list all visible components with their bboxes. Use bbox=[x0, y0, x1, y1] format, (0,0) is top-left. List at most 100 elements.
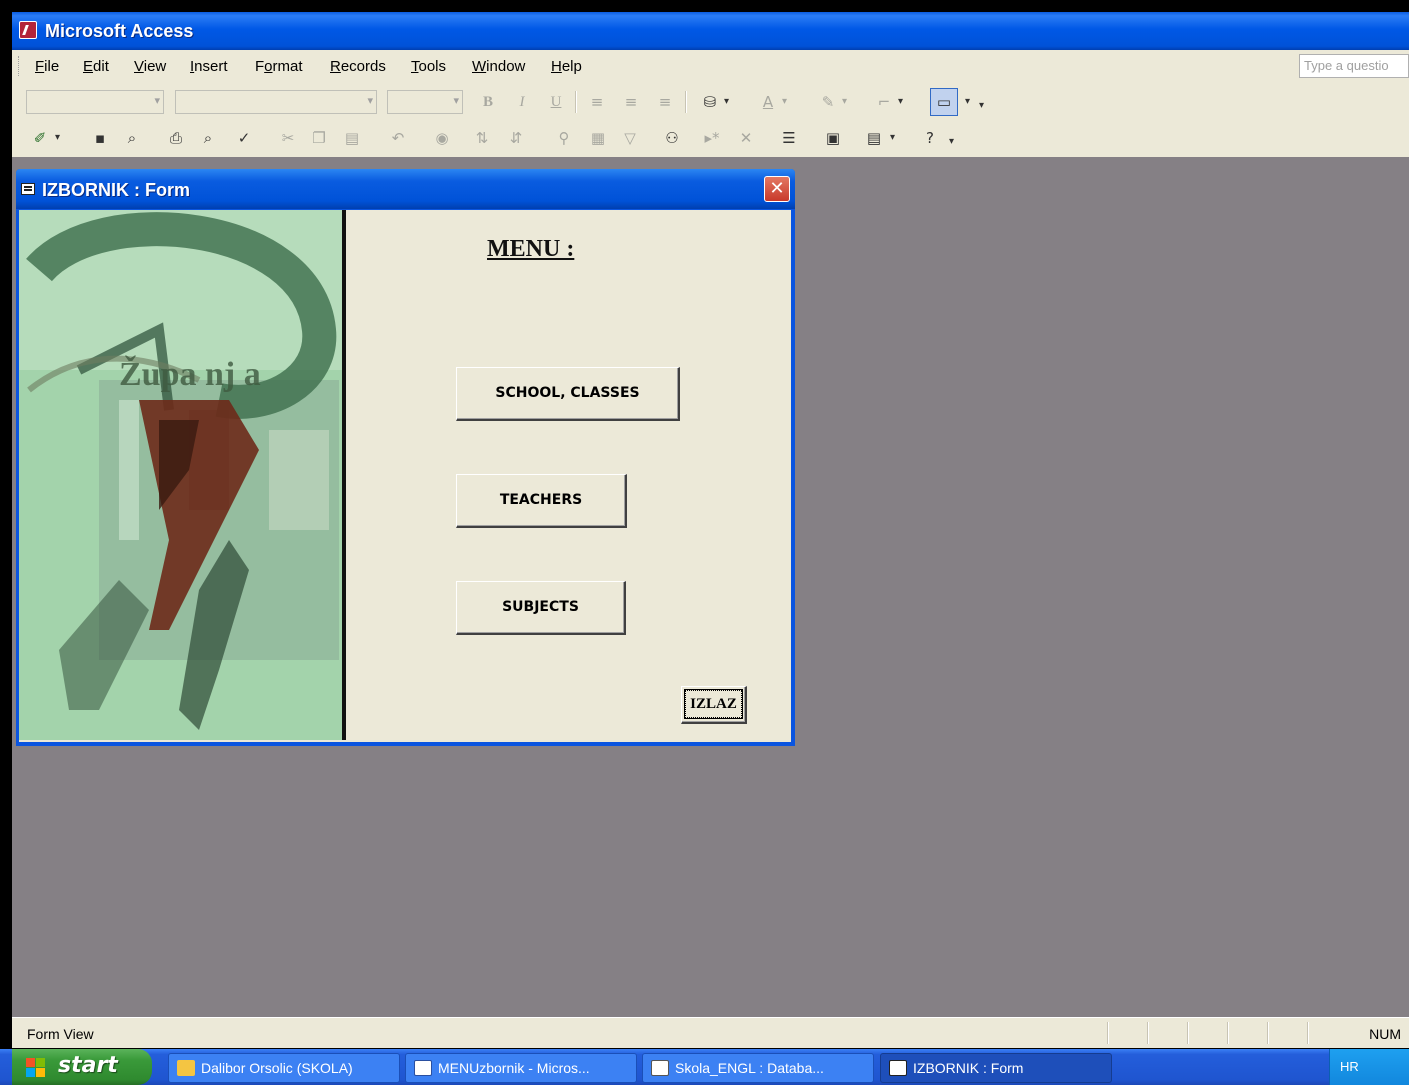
properties-icon[interactable]: ☰ bbox=[777, 126, 801, 150]
fill-color-icon[interactable]: ⛁ bbox=[698, 90, 722, 114]
subjects-button[interactable]: SUBJECTS bbox=[456, 581, 626, 635]
windows-logo-icon bbox=[26, 1058, 46, 1078]
view-dropdown-icon[interactable]: ▾ bbox=[55, 126, 60, 150]
menu-file[interactable]: File bbox=[35, 58, 59, 75]
formatting-toolbar: B I U ≡ ≡ ≡ ⛁ ▾ A ▾ ✎ ▾ ⌐ ▾ ▭ ▾ ▾ bbox=[12, 84, 1409, 120]
status-panel-divider bbox=[1227, 1022, 1229, 1044]
num-lock-indicator: NUM bbox=[1369, 1026, 1401, 1042]
status-panel-divider bbox=[1307, 1022, 1309, 1044]
filter-by-selection-icon[interactable]: ⚲ bbox=[552, 126, 576, 150]
font-name-combo[interactable] bbox=[175, 90, 377, 114]
app-title: Microsoft Access bbox=[45, 21, 194, 41]
toolbar-separator bbox=[575, 91, 577, 113]
status-bar: Form View NUM bbox=[12, 1017, 1409, 1048]
toolbar-separator bbox=[685, 91, 687, 113]
new-record-icon[interactable]: ▸* bbox=[700, 126, 724, 150]
align-right-icon[interactable]: ≡ bbox=[653, 90, 677, 114]
close-icon[interactable]: ✕ bbox=[764, 176, 790, 202]
zupanja-picture: Župa nj a bbox=[19, 210, 346, 740]
form-view-toolbar: ✐ ▾ ▪ ⌕ ⎙ ⌕ ✓ ✂ ❐ ▤ ↶ ◉ ⇅ ⇵ ⚲ ▦ ▽ ⚇ ▸* ✕… bbox=[12, 120, 1409, 156]
font-color-icon[interactable]: A bbox=[756, 90, 780, 114]
menu-edit[interactable]: Edit bbox=[83, 58, 109, 75]
object-combo[interactable] bbox=[26, 90, 164, 114]
line-color-dropdown-icon[interactable]: ▾ bbox=[842, 90, 847, 114]
line-width-icon[interactable]: ⌐ bbox=[872, 90, 896, 114]
taskbar-item-form[interactable]: IZBORNIK : Form bbox=[880, 1053, 1112, 1083]
new-object-dropdown-icon[interactable]: ▾ bbox=[890, 126, 895, 150]
save-icon[interactable]: ▪ bbox=[88, 126, 112, 150]
menu-insert[interactable]: Insert bbox=[190, 58, 228, 75]
menu-window[interactable]: Window bbox=[472, 58, 525, 75]
menu-format[interactable]: Format bbox=[255, 58, 303, 75]
taskbar: start Dalibor Orsolic (SKOLA) MENUzborni… bbox=[0, 1049, 1409, 1085]
taskbar-item-label: Dalibor Orsolic (SKOLA) bbox=[201, 1060, 353, 1076]
status-panel-divider bbox=[1147, 1022, 1149, 1044]
exit-button[interactable]: IZLAZ bbox=[681, 686, 747, 724]
delete-record-icon[interactable]: ✕ bbox=[734, 126, 758, 150]
ask-question-box[interactable]: Type a questio bbox=[1299, 54, 1409, 78]
italic-icon[interactable]: I bbox=[510, 90, 534, 114]
special-effect-icon[interactable]: ▭ bbox=[930, 88, 958, 116]
undo-icon[interactable]: ↶ bbox=[386, 126, 410, 150]
menubar-grip[interactable] bbox=[18, 56, 21, 76]
picture-lettering: Župa nj a bbox=[119, 355, 261, 393]
special-effect-dropdown-icon[interactable]: ▾ bbox=[965, 90, 970, 114]
teachers-button[interactable]: TEACHERS bbox=[456, 474, 627, 528]
language-indicator[interactable]: HR bbox=[1340, 1059, 1359, 1074]
app-titlebar[interactable]: Microsoft Access bbox=[12, 12, 1409, 50]
form-icon bbox=[889, 1060, 907, 1076]
bold-icon[interactable]: B bbox=[476, 90, 500, 114]
start-label: start bbox=[58, 1053, 118, 1078]
school-classes-button[interactable]: SCHOOL, CLASSES bbox=[456, 367, 680, 421]
paste-icon[interactable]: ▤ bbox=[340, 126, 364, 150]
database-window-icon[interactable]: ▣ bbox=[821, 126, 845, 150]
find-icon[interactable]: ⚇ bbox=[660, 126, 684, 150]
hyperlink-icon[interactable]: ◉ bbox=[430, 126, 454, 150]
file-search-icon[interactable]: ⌕ bbox=[120, 126, 144, 150]
spelling-icon[interactable]: ✓ bbox=[232, 126, 256, 150]
taskbar-item-label: IZBORNIK : Form bbox=[913, 1060, 1024, 1076]
print-icon[interactable]: ⎙ bbox=[164, 126, 188, 150]
copy-icon[interactable]: ❐ bbox=[307, 126, 331, 150]
fill-color-dropdown-icon[interactable]: ▾ bbox=[724, 90, 729, 114]
menu-tools[interactable]: Tools bbox=[411, 58, 446, 75]
taskbar-item-folder[interactable]: Dalibor Orsolic (SKOLA) bbox=[168, 1053, 400, 1083]
help-icon[interactable]: ? bbox=[918, 126, 942, 150]
menu-help[interactable]: Help bbox=[551, 58, 582, 75]
filter-by-form-icon[interactable]: ▦ bbox=[586, 126, 610, 150]
taskbar-item-label: Skola_ENGL : Databa... bbox=[675, 1060, 824, 1076]
sort-descending-icon[interactable]: ⇵ bbox=[504, 126, 528, 150]
view-icon[interactable]: ✐ bbox=[28, 126, 52, 150]
taskbar-item-label: MENUzbornik - Micros... bbox=[438, 1060, 590, 1076]
izbornik-form-window: IZBORNIK : Form ✕ Župa nj a MENU: SCHOO… bbox=[16, 169, 795, 746]
align-center-icon[interactable]: ≡ bbox=[619, 90, 643, 114]
form-icon bbox=[21, 183, 35, 195]
menu-records[interactable]: Records bbox=[330, 58, 386, 75]
menu-bar: File Edit View Insert Format Records Too… bbox=[12, 50, 1409, 82]
form-titlebar[interactable]: IZBORNIK : Form ✕ bbox=[16, 169, 795, 209]
toolbar-options-icon[interactable]: ▾ bbox=[979, 94, 984, 118]
status-panel-divider bbox=[1267, 1022, 1269, 1044]
new-object-icon[interactable]: ▤ bbox=[862, 126, 886, 150]
line-color-icon[interactable]: ✎ bbox=[816, 90, 840, 114]
toolbar-options-icon[interactable]: ▾ bbox=[949, 130, 954, 154]
cut-icon[interactable]: ✂ bbox=[276, 126, 300, 150]
font-size-combo[interactable] bbox=[387, 90, 463, 114]
menu-view[interactable]: View bbox=[134, 58, 166, 75]
database-icon bbox=[651, 1060, 669, 1076]
word-icon bbox=[414, 1060, 432, 1076]
line-width-dropdown-icon[interactable]: ▾ bbox=[898, 90, 903, 114]
taskbar-item-word[interactable]: MENUzbornik - Micros... bbox=[405, 1053, 637, 1083]
start-button[interactable]: start bbox=[12, 1049, 152, 1085]
form-body: Župa nj a MENU : SCHOOL, CLASSES TEACHER… bbox=[19, 210, 791, 742]
system-tray: HR bbox=[1329, 1049, 1409, 1085]
folder-icon bbox=[177, 1060, 195, 1076]
sort-ascending-icon[interactable]: ⇅ bbox=[470, 126, 494, 150]
underline-icon[interactable]: U bbox=[544, 90, 568, 114]
apply-filter-icon[interactable]: ▽ bbox=[618, 126, 642, 150]
form-title: IZBORNIK : Form bbox=[42, 180, 190, 200]
align-left-icon[interactable]: ≡ bbox=[585, 90, 609, 114]
print-preview-icon[interactable]: ⌕ bbox=[196, 126, 220, 150]
taskbar-item-database[interactable]: Skola_ENGL : Databa... bbox=[642, 1053, 874, 1083]
font-color-dropdown-icon[interactable]: ▾ bbox=[782, 90, 787, 114]
